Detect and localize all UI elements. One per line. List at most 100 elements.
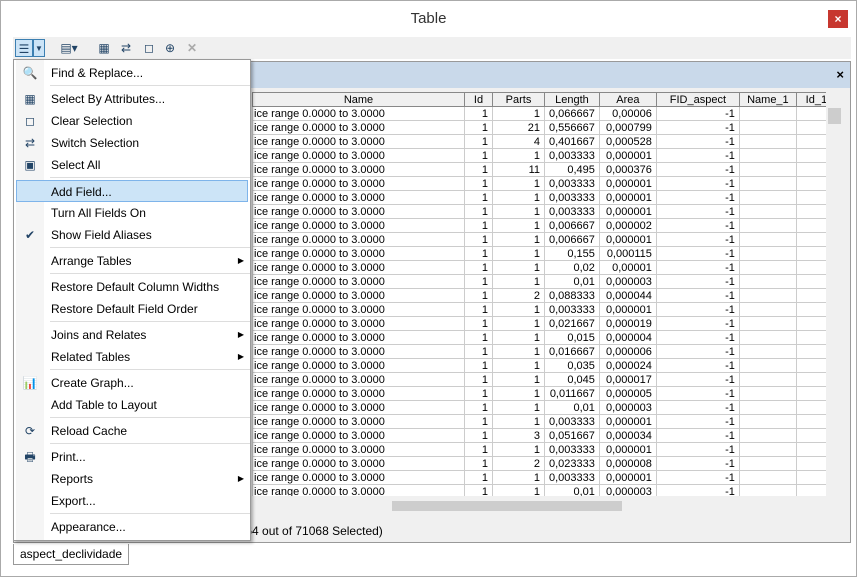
zoom-to-selected-icon[interactable]: ⊕ [161, 39, 179, 57]
column-header-parts[interactable]: Parts [492, 92, 545, 107]
switch-selection-icon[interactable]: ⇄ [117, 39, 135, 57]
menu-item-joins-and-relates[interactable]: Joins and Relates ▶ [14, 324, 250, 346]
table-row[interactable]: ice range 0.0000 to 3.0000 1 4 0,401667 0,00… [252, 134, 837, 149]
column-header-length[interactable]: Length [544, 92, 600, 107]
table-row[interactable]: ice range 0.0000 to 3.0000 1 1 0,016667 0,00… [252, 344, 837, 359]
cell-length: 0,155 [544, 246, 600, 261]
clear-selection-icon[interactable]: ◻ [140, 39, 158, 57]
table-row[interactable]: ice range 0.0000 to 3.0000 1 1 0,003333 0,00… [252, 148, 837, 163]
column-header-fid-aspect[interactable]: FID_aspect [655, 92, 740, 107]
menu-item-clear-selection[interactable]: ◻ Clear Selection [14, 110, 250, 132]
refresh-icon: ⟳ [24, 424, 36, 438]
column-header-id[interactable]: Id [464, 92, 493, 107]
table-row[interactable]: ice range 0.0000 to 3.0000 1 1 0,006667 0,00… [252, 218, 837, 233]
table-row[interactable]: ice range 0.0000 to 3.0000 1 1 0,003333 0,00… [252, 190, 837, 205]
table-row[interactable]: ice range 0.0000 to 3.0000 1 1 0,035 0,00002… [252, 358, 837, 373]
attribute-grid[interactable]: Name Id Parts Length Area FID_aspect Name_1 Id_… [252, 92, 842, 496]
table-row[interactable]: ice range 0.0000 to 3.0000 1 1 0,003333 0,00… [252, 470, 837, 485]
cell-id: 1 [464, 218, 493, 233]
cell-id: 1 [464, 330, 493, 345]
table-row[interactable]: ice range 0.0000 to 3.0000 1 1 0,006667 0,00… [252, 232, 837, 247]
menu-item-add-table-to-layout[interactable]: Add Table to Layout [14, 394, 250, 416]
table-row[interactable]: ice range 0.0000 to 3.0000 1 1 0,021667 0,00… [252, 316, 837, 331]
cell-id: 1 [464, 176, 493, 191]
menu-item-find-replace[interactable]: 🔍 Find & Replace... [14, 62, 250, 84]
cell-name: ice range 0.0000 to 3.0000 [252, 442, 465, 457]
menu-item-label: Restore Default Column Widths [51, 280, 220, 294]
table-row[interactable]: ice range 0.0000 to 3.0000 1 1 0,003333 0,00… [252, 204, 837, 219]
bar-chart-icon: 📊 [22, 376, 38, 390]
menu-item-export[interactable]: Export... [14, 490, 250, 512]
menu-item-create-graph[interactable]: 📊 Create Graph... [14, 372, 250, 394]
menu-item-arrange-tables[interactable]: Arrange Tables ▶ [14, 250, 250, 272]
menu-item-show-field-aliases[interactable]: ✔ Show Field Aliases [14, 224, 250, 246]
table-row[interactable]: ice range 0.0000 to 3.0000 1 2 0,023333 0,00… [252, 456, 837, 471]
table-row[interactable]: ice range 0.0000 to 3.0000 1 1 0,155 0,00011… [252, 246, 837, 261]
menu-item-restore-default-field-order[interactable]: Restore Default Field Order [14, 298, 250, 320]
select-all-icon: ▣ [24, 158, 36, 172]
cell-name: ice range 0.0000 to 3.0000 [252, 386, 465, 401]
related-tables-icon[interactable]: ▤▾ [55, 39, 83, 57]
menu-item-add-field[interactable]: Add Field... [16, 180, 248, 202]
table-row[interactable]: ice range 0.0000 to 3.0000 1 1 0,01 0,000003… [252, 400, 837, 415]
cell-name: ice range 0.0000 to 3.0000 [252, 344, 465, 359]
menu-item-reports[interactable]: Reports ▶ [14, 468, 250, 490]
cell-area: 0,00006 [598, 106, 657, 121]
cell-length: 0,01 [544, 400, 600, 415]
close-button[interactable]: × [828, 10, 848, 28]
table-row[interactable]: ice range 0.0000 to 3.0000 1 11 0,495 0,0003… [252, 162, 837, 177]
cell-length: 0,006667 [544, 232, 600, 247]
selection-status: (2464 out of 71068 Selected) [228, 524, 383, 538]
table-row[interactable]: ice range 0.0000 to 3.0000 1 1 0,045 0,00001… [252, 372, 837, 387]
cell-area: 0,000001 [598, 190, 657, 205]
table-row[interactable]: ice range 0.0000 to 3.0000 1 1 0,01 0,000003… [252, 274, 837, 289]
table-row[interactable]: ice range 0.0000 to 3.0000 1 21 0,556667 0,0… [252, 120, 837, 135]
horizontal-scrollbar[interactable] [252, 499, 842, 513]
vertical-scrollbar[interactable] [826, 92, 843, 496]
cell-length: 0,006667 [544, 218, 600, 233]
menu-item-select-by-attributes[interactable]: ▦ Select By Attributes... [14, 88, 250, 110]
cell-length: 0,003333 [544, 190, 600, 205]
menu-item-label: Arrange Tables [51, 254, 132, 268]
panel-close-button[interactable]: × [836, 67, 844, 82]
table-row[interactable]: ice range 0.0000 to 3.0000 1 1 0,003333 0,00… [252, 302, 837, 317]
table-row[interactable]: ice range 0.0000 to 3.0000 1 2 0,088333 0,00… [252, 288, 837, 303]
cell-name-1 [738, 288, 797, 303]
cell-name-1 [738, 246, 797, 261]
delete-selected-icon[interactable]: ✕ [183, 39, 201, 57]
table-row[interactable]: ice range 0.0000 to 3.0000 1 1 0,003333 0,00… [252, 442, 837, 457]
table-row[interactable]: ice range 0.0000 to 3.0000 1 1 0,02 0,00001-… [252, 260, 837, 275]
table-row[interactable]: ice range 0.0000 to 3.0000 1 1 0,003333 0,00… [252, 414, 837, 429]
table-row[interactable]: ice range 0.0000 to 3.0000 1 1 0,066667 0,00… [252, 106, 837, 121]
cell-parts: 21 [492, 120, 545, 135]
menu-item-restore-default-column-widths[interactable]: Restore Default Column Widths [14, 276, 250, 298]
select-by-attributes-icon[interactable]: ▦ [95, 39, 113, 57]
tab-aspect-declividade[interactable]: aspect_declividade [13, 544, 130, 565]
column-header-name-1[interactable]: Name_1 [738, 92, 797, 107]
cell-length: 0,035 [544, 358, 600, 373]
menu-item-reload-cache[interactable]: ⟳ Reload Cache [14, 420, 250, 442]
menu-item-print[interactable]: 🖶 Print... [14, 446, 250, 468]
column-header-name[interactable]: Name [252, 92, 465, 107]
cell-id: 1 [464, 316, 493, 331]
submenu-arrow-icon: ▶ [237, 352, 244, 361]
dropdown-arrow-icon[interactable]: ▼ [33, 39, 45, 57]
cell-length: 0,015 [544, 330, 600, 345]
table-options-icon[interactable]: ☰ [15, 39, 33, 57]
column-header-area[interactable]: Area [598, 92, 657, 107]
table-row[interactable]: ice range 0.0000 to 3.0000 1 1 0,015 0,00000… [252, 330, 837, 345]
menu-item-label: Select By Attributes... [51, 92, 166, 106]
menu-item-switch-selection[interactable]: ⇄ Switch Selection [14, 132, 250, 154]
cell-parts: 1 [492, 190, 545, 205]
table-row[interactable]: ice range 0.0000 to 3.0000 1 1 0,01 0,000003… [252, 484, 837, 496]
menu-item-related-tables[interactable]: Related Tables ▶ [14, 346, 250, 368]
menu-item-label: Related Tables [51, 350, 131, 364]
menu-item-select-all[interactable]: ▣ Select All [14, 154, 250, 176]
table-row[interactable]: ice range 0.0000 to 3.0000 1 1 0,003333 0,00… [252, 176, 837, 191]
menu-item-turn-all-fields-on[interactable]: Turn All Fields On [14, 202, 250, 224]
menu-item-appearance[interactable]: Appearance... [14, 516, 250, 538]
menu-item-label: Turn All Fields On [51, 206, 146, 220]
table-row[interactable]: ice range 0.0000 to 3.0000 1 1 0,011667 0,00… [252, 386, 837, 401]
table-row[interactable]: ice range 0.0000 to 3.0000 1 3 0,051667 0,00… [252, 428, 837, 443]
cell-parts: 1 [492, 344, 545, 359]
